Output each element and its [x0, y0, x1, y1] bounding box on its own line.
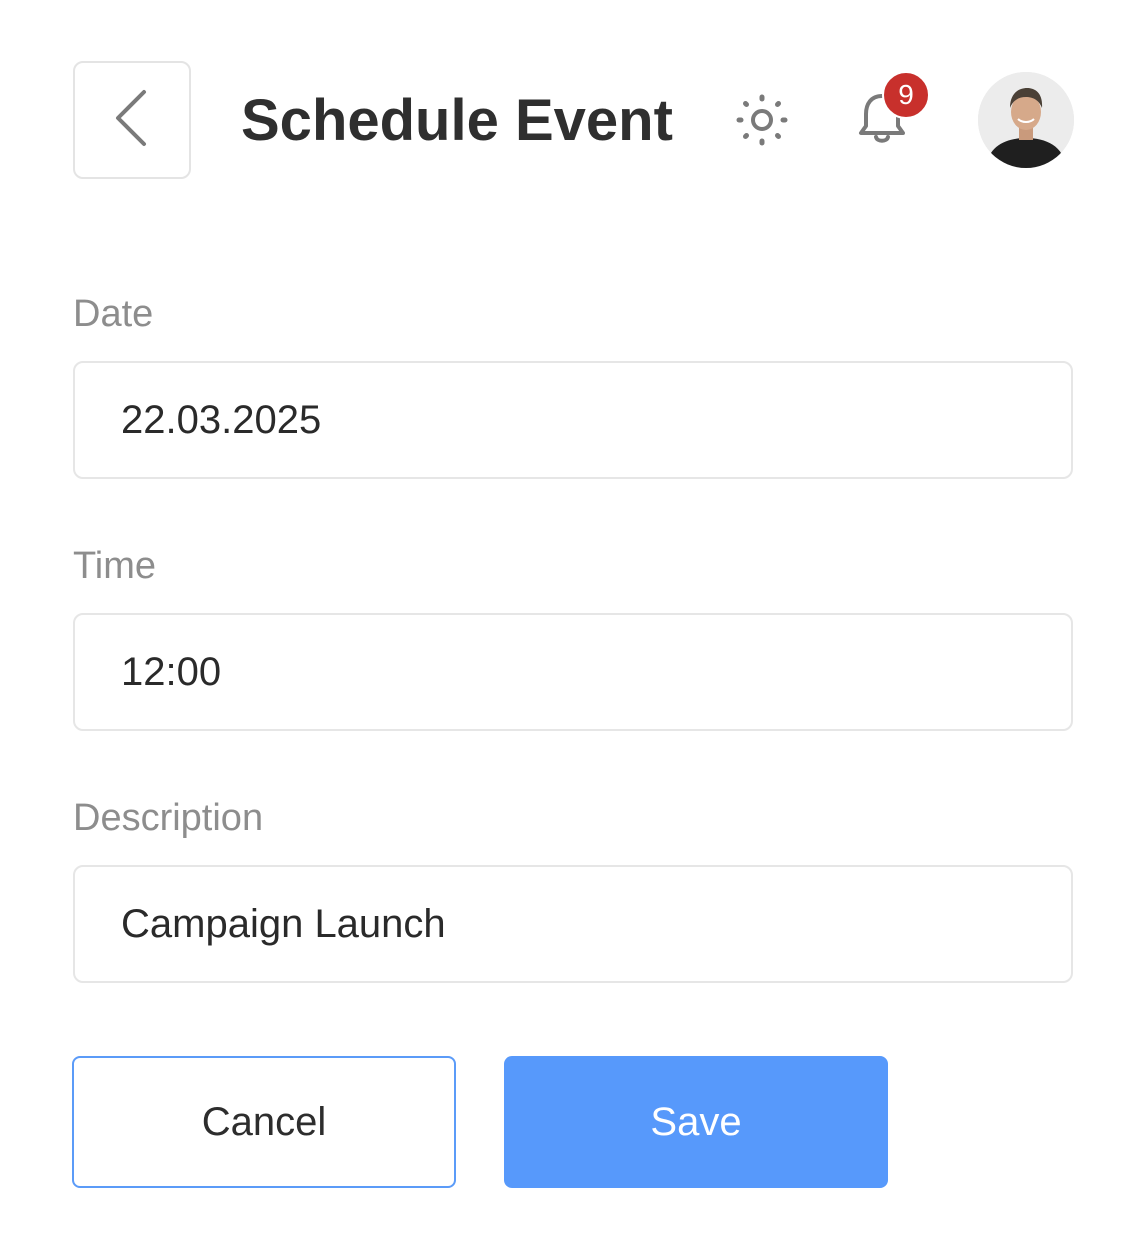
back-button[interactable]: [73, 61, 191, 179]
description-input[interactable]: [73, 865, 1073, 983]
page-title: Schedule Event: [241, 88, 673, 153]
save-button[interactable]: Save: [504, 1056, 888, 1188]
time-input[interactable]: [73, 613, 1073, 731]
schedule-event-page: Schedule Event 9 Date 22.03.2025 Time 12…: [0, 0, 1146, 1260]
avatar[interactable]: [978, 72, 1074, 168]
time-label: Time: [73, 545, 157, 587]
description-label: Description: [73, 797, 264, 839]
sun-icon: [735, 93, 789, 152]
date-input[interactable]: [73, 361, 1073, 479]
chevron-left-icon: [112, 88, 152, 153]
theme-toggle-button[interactable]: [734, 94, 790, 150]
notification-count-badge: 9: [882, 71, 930, 119]
date-label: Date: [73, 293, 154, 335]
cancel-button[interactable]: Cancel: [72, 1056, 456, 1188]
